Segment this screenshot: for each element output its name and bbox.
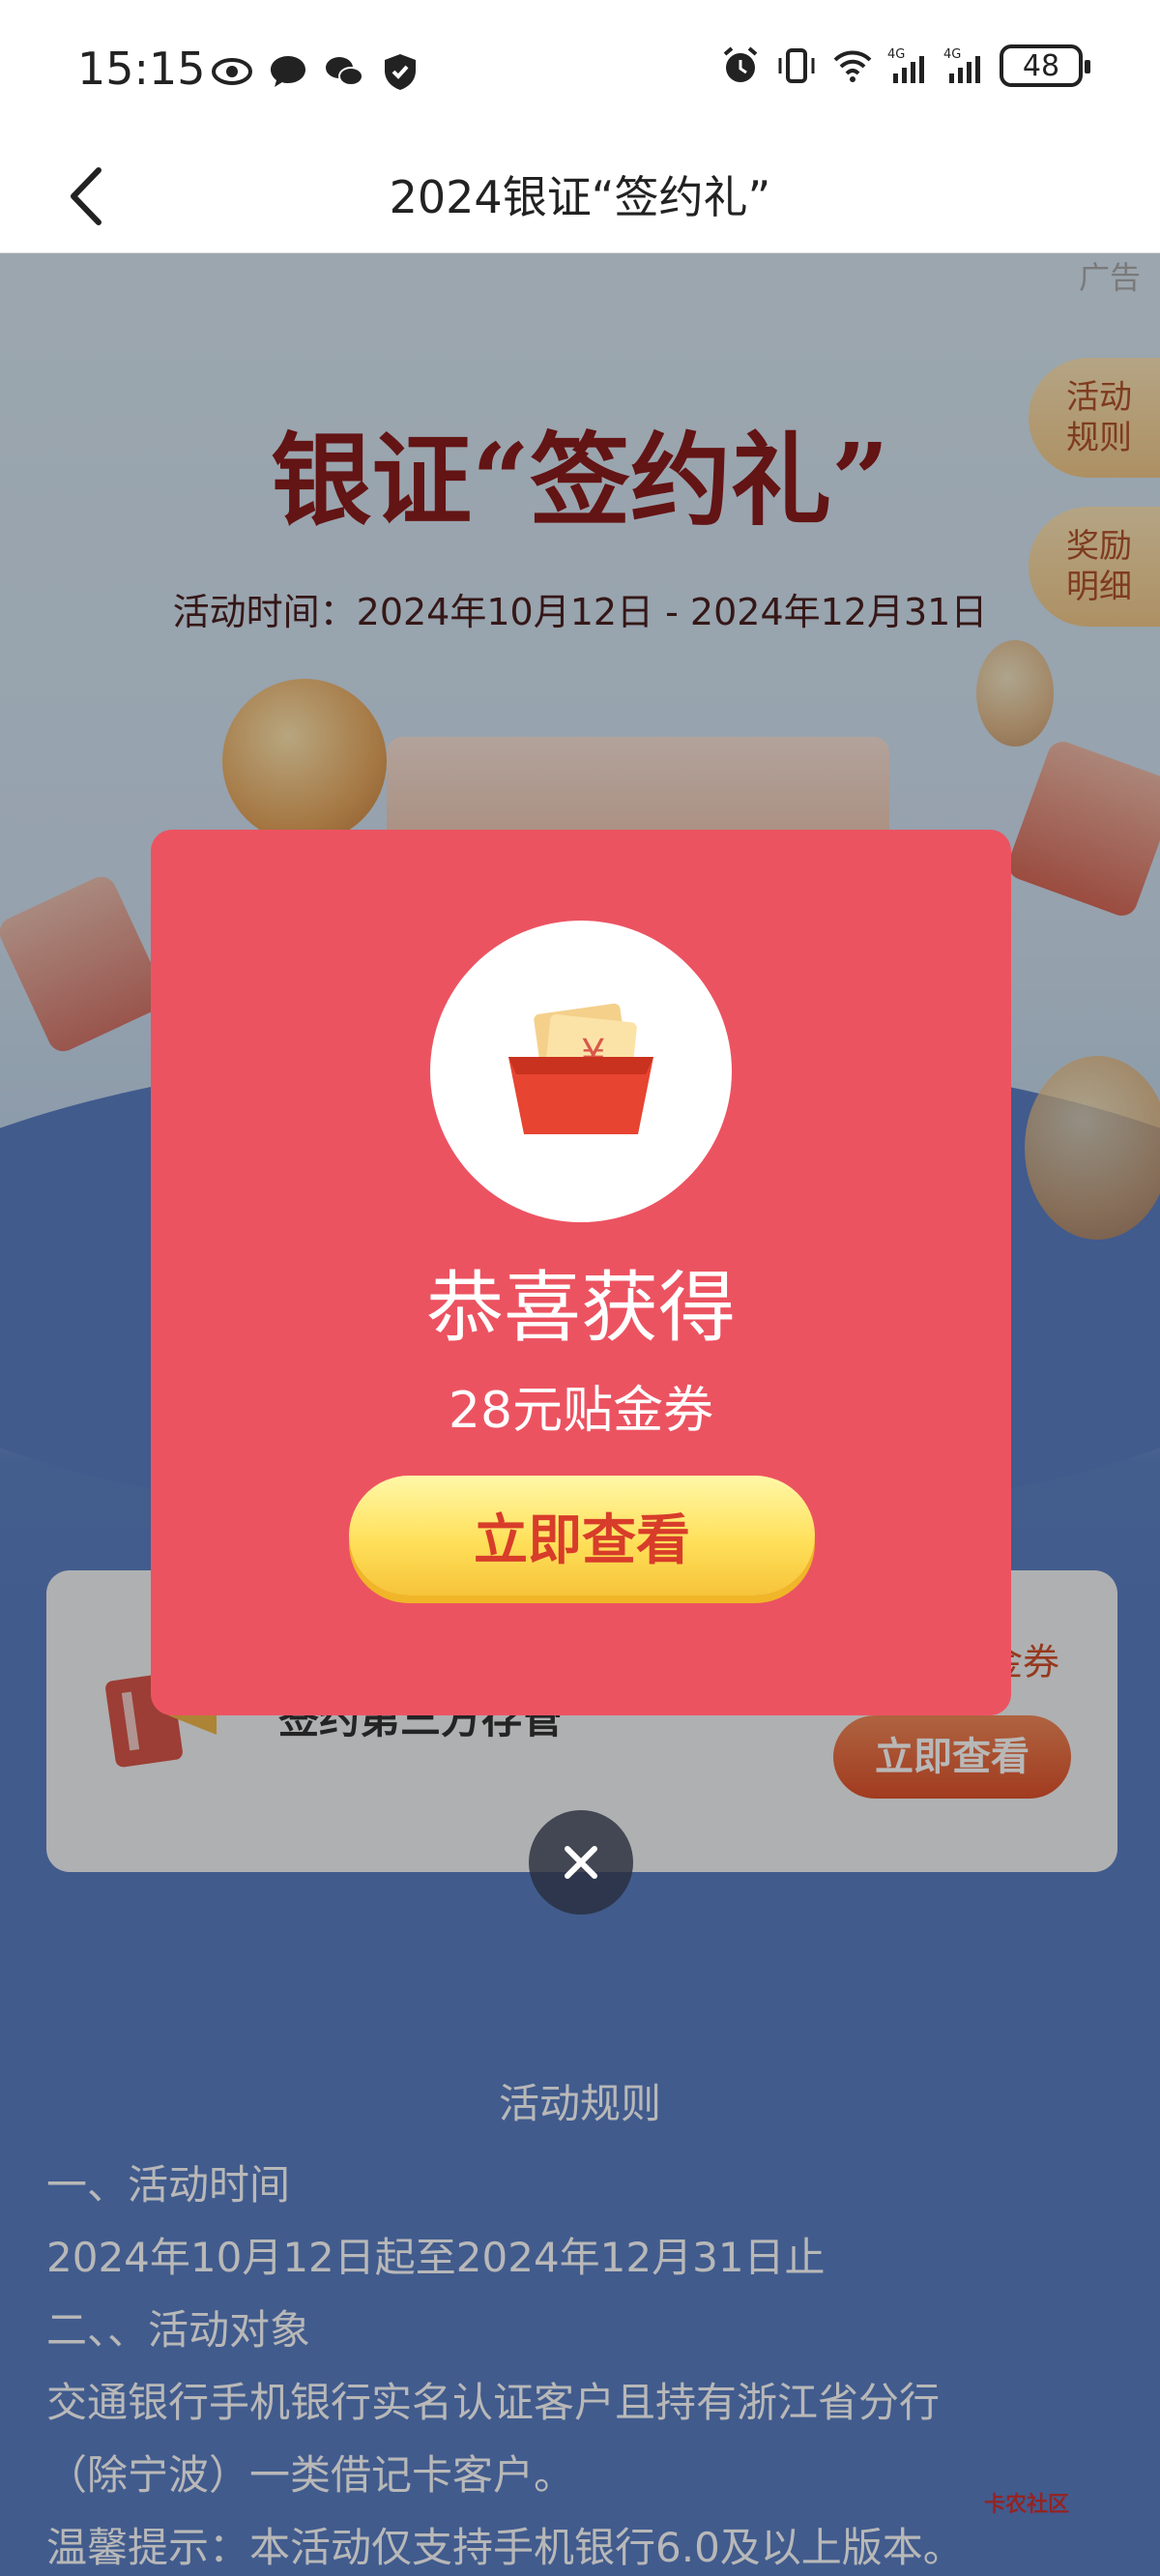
status-icons-right: 4G 4G 48 (719, 44, 1090, 87)
battery-icon: 48 (1000, 44, 1090, 87)
modal-reward-text: 28元贴金券 (448, 1382, 714, 1440)
wechat-icon (326, 57, 363, 86)
vibrate-icon (778, 48, 815, 83)
clock: 15:15 (77, 43, 206, 95)
svg-text:4G: 4G (943, 47, 961, 62)
page-title: 2024银证“签约礼” (389, 171, 771, 223)
close-button[interactable] (529, 1810, 633, 1915)
reward-icon-circle: ¥ (430, 921, 732, 1222)
close-icon (565, 1846, 597, 1879)
modal-title: 恭喜获得 (426, 1263, 736, 1353)
wifi-icon (833, 50, 872, 82)
red-packet-icon: ¥ (508, 1003, 653, 1134)
status-bar: 15:15 4G 4G 48 (0, 0, 1160, 143)
nav-bar: 2024银证“签约礼” (0, 143, 1160, 253)
eye-icon (212, 58, 252, 85)
signal-icon: 4G (943, 47, 980, 83)
chat-bubble-icon (271, 56, 305, 87)
reward-modal: ¥ 恭喜获得 28元贴金券 立即查看 (151, 830, 1011, 1715)
shield-icon (385, 54, 416, 90)
status-icons-left (211, 50, 421, 93)
alarm-icon (723, 46, 758, 82)
svg-text:4G: 4G (887, 47, 905, 62)
view-now-button[interactable]: 立即查看 (349, 1476, 815, 1595)
signal-icon: 4G (887, 47, 924, 83)
